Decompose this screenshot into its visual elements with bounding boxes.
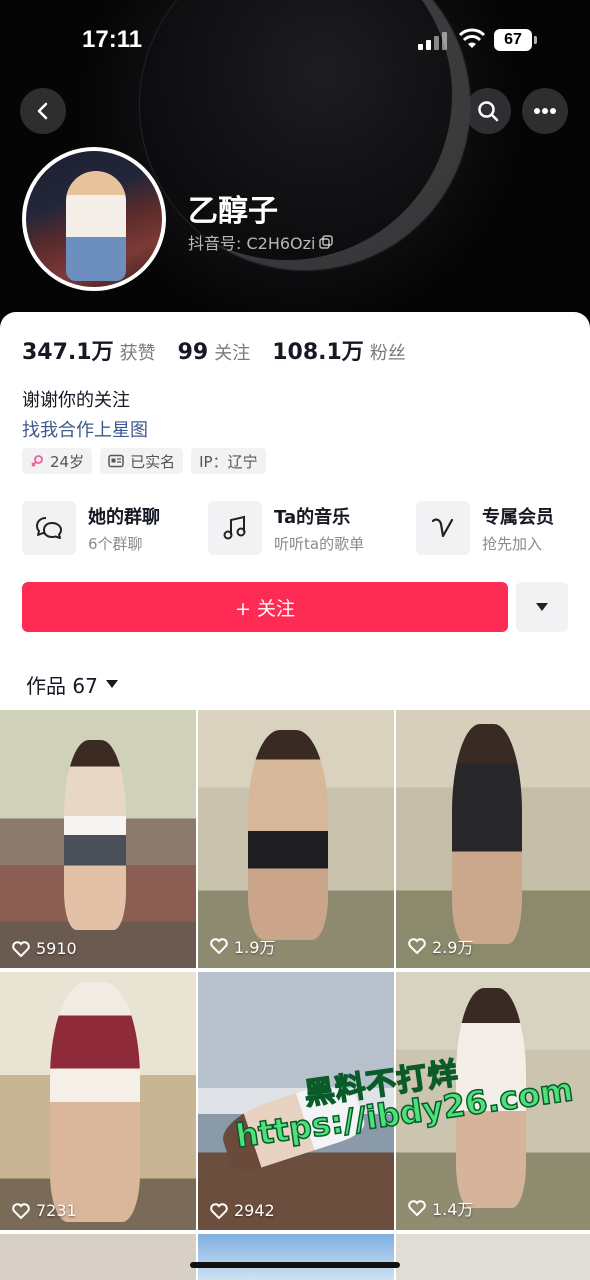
- video-thumbnail[interactable]: 1.9万: [198, 710, 394, 968]
- profile-bio: 谢谢你的关注: [22, 390, 130, 411]
- video-likes-count: 2942: [234, 1201, 275, 1220]
- group-chat-entry[interactable]: 她的群聊 6个群聊: [22, 500, 160, 556]
- video-thumbnail[interactable]: [0, 1234, 196, 1280]
- following-label: 关注: [214, 343, 251, 364]
- more-dots-icon: [534, 108, 556, 114]
- battery-icon: 67: [494, 29, 538, 51]
- triangle-down-icon: [105, 680, 118, 688]
- video-likes-count: 7231: [36, 1201, 77, 1220]
- video-likes-count: 1.9万: [234, 938, 276, 957]
- music-entry[interactable]: Ta的音乐 听听ta的歌单: [208, 500, 364, 556]
- membership-title: 专属会员: [482, 506, 554, 528]
- video-likes-count: 5910: [36, 939, 77, 958]
- heart-icon: [210, 1202, 228, 1219]
- heart-icon: [210, 938, 228, 954]
- ip-tag: IP：辽宁: [191, 448, 266, 474]
- heart-v-icon: [416, 501, 470, 555]
- copy-icon[interactable]: [319, 235, 334, 249]
- feature-shortcuts: 她的群聊 6个群聊 Ta的音乐 听听ta的歌单 专属会员 抢先加入: [22, 500, 582, 556]
- group-chat-title: 她的群聊: [88, 506, 160, 528]
- cooperation-link[interactable]: 找我合作上星图: [22, 416, 148, 442]
- verified-text: 已实名: [130, 452, 176, 471]
- music-note-icon: [208, 501, 262, 555]
- age-tag: 24岁: [22, 448, 93, 474]
- ip-text: IP：辽宁: [199, 452, 258, 471]
- heart-icon: [408, 938, 426, 954]
- back-button[interactable]: [20, 88, 66, 134]
- following-stat[interactable]: 99 关注: [178, 339, 251, 365]
- works-tab[interactable]: 作品 67: [26, 670, 118, 699]
- likes-stat[interactable]: 347.1万 获赞: [22, 334, 156, 366]
- profile-stats: 347.1万 获赞 99 关注 108.1万 粉丝: [22, 334, 406, 366]
- battery-level: 67: [494, 29, 532, 51]
- recommend-toggle-button[interactable]: [516, 582, 568, 632]
- status-time: 17:11: [82, 26, 143, 53]
- douyin-id-text: 抖音号: C2H6Ozi: [188, 234, 316, 253]
- verified-tag: 已实名: [100, 448, 184, 474]
- video-thumbnail[interactable]: 7231: [0, 972, 196, 1230]
- music-title: Ta的音乐: [274, 506, 351, 528]
- profile-tags: 24岁 已实名 IP：辽宁: [22, 448, 266, 474]
- video-thumbnail[interactable]: [198, 1234, 394, 1280]
- membership-entry[interactable]: 专属会员 抢先加入: [416, 500, 554, 556]
- likes-label: 获赞: [119, 343, 156, 364]
- video-thumbnail[interactable]: 2.9万: [396, 710, 590, 968]
- chat-bubbles-icon: [22, 501, 76, 555]
- group-chat-sub: 6个群聊: [88, 534, 143, 553]
- followers-label: 粉丝: [369, 343, 406, 364]
- female-icon: [31, 455, 43, 467]
- age-text: 24岁: [50, 452, 85, 471]
- profile-header: 17:11 67 乙醇子 抖音号: C2H6Ozi: [0, 0, 590, 340]
- heart-icon: [408, 1200, 426, 1216]
- video-likes: 2942: [210, 1201, 275, 1220]
- video-likes: 2.9万: [408, 934, 473, 958]
- wifi-icon: [458, 28, 486, 48]
- video-likes: 5910: [12, 939, 77, 958]
- profile-name: 乙醇子: [188, 194, 278, 229]
- video-likes-count: 2.9万: [432, 938, 474, 957]
- music-sub: 听听ta的歌单: [274, 534, 365, 553]
- heart-icon: [12, 940, 30, 957]
- works-tab-label: 作品 67: [26, 674, 98, 698]
- cellular-signal-icon: [418, 32, 447, 50]
- triangle-down-icon: [536, 603, 548, 611]
- followers-stat[interactable]: 108.1万 粉丝: [272, 334, 406, 366]
- douyin-id[interactable]: 抖音号: C2H6Ozi: [188, 230, 334, 254]
- followers-count: 108.1万: [272, 340, 364, 365]
- search-button[interactable]: [465, 88, 511, 134]
- following-count: 99: [177, 340, 209, 365]
- heart-icon: [12, 1202, 30, 1219]
- follow-button[interactable]: + 关注: [22, 582, 508, 632]
- likes-count: 347.1万: [22, 340, 114, 365]
- video-likes-count: 1.4万: [432, 1200, 474, 1219]
- more-button[interactable]: [522, 88, 568, 134]
- search-icon: [478, 101, 499, 122]
- video-likes: 1.9万: [210, 934, 275, 958]
- home-indicator[interactable]: [190, 1262, 400, 1268]
- id-card-icon: [108, 454, 124, 468]
- status-bar: 17:11 67: [0, 22, 590, 58]
- video-thumbnail[interactable]: 5910: [0, 710, 196, 968]
- video-thumbnail[interactable]: [396, 1234, 590, 1280]
- video-likes: 1.4万: [408, 1196, 473, 1220]
- membership-sub: 抢先加入: [482, 534, 543, 553]
- avatar[interactable]: [22, 147, 166, 291]
- video-likes: 7231: [12, 1201, 77, 1220]
- chevron-left-icon: [37, 102, 48, 120]
